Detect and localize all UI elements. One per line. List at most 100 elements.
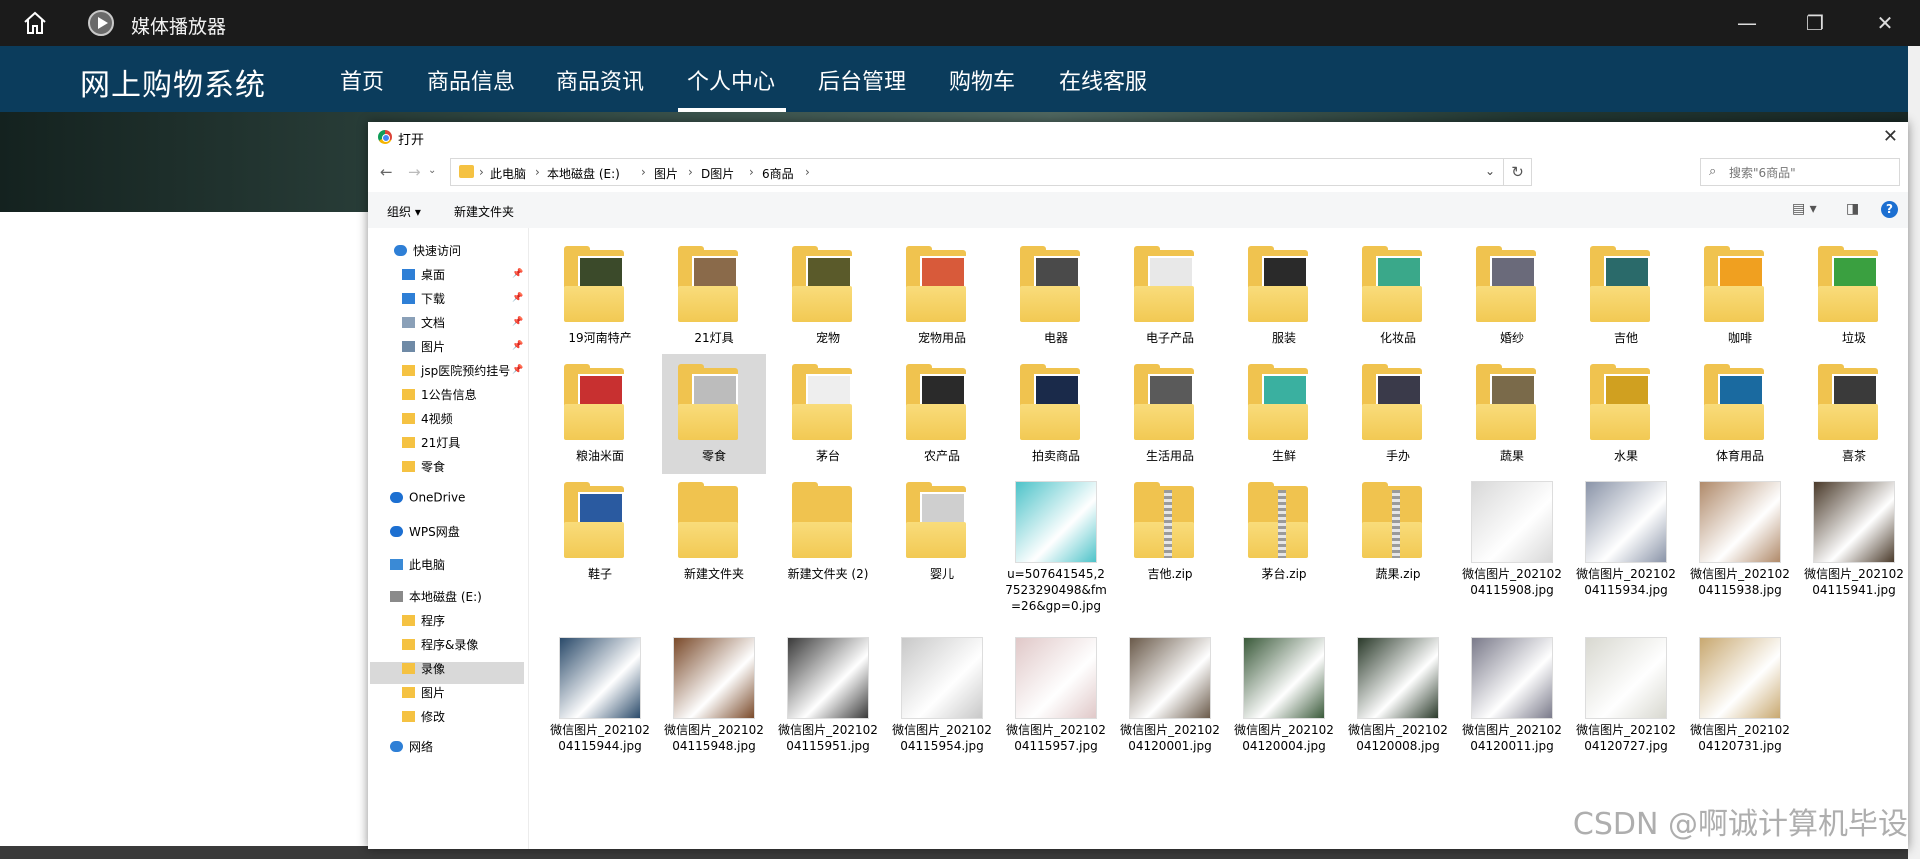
folder-item[interactable]: 生鲜 [1232, 354, 1336, 474]
image-file[interactable]: 微信图片_20210204115957.jpg [1004, 628, 1108, 753]
nav-pane-item[interactable]: 程序&录像 [402, 636, 478, 656]
forward-arrow-icon[interactable]: → [408, 163, 421, 181]
dialog-close-icon[interactable]: ✕ [1883, 126, 1898, 147]
nav-pane-item[interactable]: 图片 [402, 338, 445, 358]
nav-pane-item[interactable]: 图片 [402, 684, 445, 704]
folder-item[interactable]: 水果 [1574, 354, 1678, 474]
nav-pane-item[interactable]: 21灯具 [402, 434, 460, 454]
nav-personal-center[interactable]: 个人中心 [687, 64, 775, 96]
breadcrumb-pictures[interactable]: 图片 [654, 165, 678, 182]
nav-pane-item[interactable]: 文档 [402, 314, 445, 334]
image-file[interactable]: 微信图片_20210204120001.jpg [1118, 628, 1222, 753]
close-icon[interactable]: ✕ [1872, 10, 1898, 36]
nav-pane-item[interactable]: 此电脑 [390, 556, 445, 576]
nav-pane-item[interactable]: 快速访问 [394, 242, 461, 262]
address-dropdown-icon[interactable]: ⌄ [1485, 164, 1495, 178]
image-file[interactable]: 微信图片_20210204115934.jpg [1574, 472, 1678, 597]
nav-pane-item[interactable]: 桌面 [402, 266, 445, 286]
help-icon[interactable]: ? [1881, 201, 1898, 218]
nav-goods-info[interactable]: 商品信息 [427, 64, 515, 96]
nav-pane-item[interactable]: jsp医院预约挂号 [402, 362, 510, 382]
image-file[interactable]: u=507641545,27523290498&fm=26&gp=0.jpg [1004, 472, 1108, 613]
back-arrow-icon[interactable]: ← [380, 163, 393, 181]
folder-item[interactable]: 蔬果 [1460, 354, 1564, 474]
search-box[interactable]: ⌕ [1700, 158, 1900, 186]
folder-item[interactable]: 咖啡 [1688, 236, 1792, 356]
nav-home[interactable]: 首页 [340, 64, 384, 96]
restore-icon[interactable]: ❐ [1802, 10, 1828, 36]
folder-item[interactable]: 21灯具 [662, 236, 766, 356]
folder-item[interactable]: 新建文件夹 (2) [776, 472, 880, 592]
nav-online-service[interactable]: 在线客服 [1059, 64, 1147, 96]
nav-pane-item[interactable]: WPS网盘 [390, 523, 460, 543]
image-file[interactable]: 微信图片_20210204115954.jpg [890, 628, 994, 753]
minimize-icon[interactable]: — [1734, 10, 1760, 36]
zip-file[interactable]: 茅台.zip [1232, 472, 1336, 592]
folder-item[interactable]: 零食 [662, 354, 766, 474]
zip-file[interactable]: 蔬果.zip [1346, 472, 1450, 592]
zip-file[interactable]: 吉他.zip [1118, 472, 1222, 592]
nav-pane-item[interactable]: 零食 [402, 458, 445, 478]
image-file[interactable]: 微信图片_20210204115948.jpg [662, 628, 766, 753]
folder-item[interactable]: 鞋子 [548, 472, 652, 592]
new-folder-button[interactable]: 新建文件夹 [454, 203, 514, 220]
image-file[interactable]: 微信图片_20210204120011.jpg [1460, 628, 1564, 753]
search-input[interactable] [1727, 162, 1899, 184]
image-file[interactable]: 微信图片_20210204115951.jpg [776, 628, 880, 753]
image-file[interactable]: 微信图片_20210204115944.jpg [548, 628, 652, 753]
nav-pane-item[interactable]: 程序 [402, 612, 445, 632]
image-file[interactable]: 微信图片_20210204115938.jpg [1688, 472, 1792, 597]
folder-item[interactable]: 服装 [1232, 236, 1336, 356]
folder-item[interactable]: 19河南特产 [548, 236, 652, 356]
folder-item[interactable]: 垃圾 [1802, 236, 1906, 356]
address-bar[interactable]: › 此电脑 › 本地磁盘 (E:) › 图片 › D图片 › 6商品 › ⌄ [450, 158, 1504, 186]
nav-pane-item[interactable]: 修改 [402, 708, 445, 728]
folder-item[interactable]: 体育用品 [1688, 354, 1792, 474]
nav-pane-item[interactable]: 4视频 [402, 410, 453, 430]
nav-goods-news[interactable]: 商品资讯 [556, 64, 644, 96]
folder-item[interactable]: 喜茶 [1802, 354, 1906, 474]
folder-item[interactable]: 电器 [1004, 236, 1108, 356]
folder-item[interactable]: 宠物用品 [890, 236, 994, 356]
nav-pane-item[interactable]: 本地磁盘 (E:) [390, 588, 482, 608]
nav-pane-item[interactable]: 录像 [402, 660, 445, 680]
breadcrumb-this-pc[interactable]: 此电脑 [490, 165, 526, 182]
image-thumbnail-icon [1586, 638, 1666, 718]
nav-pane-item[interactable]: 网络 [390, 738, 433, 758]
nav-cart[interactable]: 购物车 [949, 64, 1015, 96]
breadcrumb-d-pictures[interactable]: D图片 [701, 165, 734, 182]
folder-item[interactable]: 宠物 [776, 236, 880, 356]
folder-item[interactable]: 吉他 [1574, 236, 1678, 356]
image-file[interactable]: 微信图片_20210204115908.jpg [1460, 472, 1564, 597]
organize-button[interactable]: 组织 ▾ [387, 203, 421, 220]
folder-item[interactable]: 婚纱 [1460, 236, 1564, 356]
image-file[interactable]: 微信图片_20210204120004.jpg [1232, 628, 1336, 753]
image-file[interactable]: 微信图片_20210204115941.jpg [1802, 472, 1906, 597]
folder-item[interactable]: 农产品 [890, 354, 994, 474]
folder-item[interactable]: 粮油米面 [548, 354, 652, 474]
nav-pane-item[interactable]: OneDrive [390, 490, 465, 510]
folder-item[interactable]: 婴儿 [890, 472, 994, 592]
preview-pane-icon[interactable]: ◨ [1846, 201, 1859, 217]
image-file[interactable]: 微信图片_20210204120008.jpg [1346, 628, 1450, 753]
nav-pane-item[interactable]: 1公告信息 [402, 386, 477, 406]
folder-item[interactable]: 茅台 [776, 354, 880, 474]
folder-item[interactable]: 拍卖商品 [1004, 354, 1108, 474]
nav-admin[interactable]: 后台管理 [818, 64, 906, 96]
refresh-icon[interactable]: ↻ [1504, 158, 1532, 186]
breadcrumb-drive-e[interactable]: 本地磁盘 (E:) [547, 165, 620, 182]
recent-dropdown-icon[interactable]: ⌄ [428, 165, 436, 176]
home-icon[interactable] [22, 10, 48, 36]
view-options-icon[interactable]: ▤ ▾ [1792, 201, 1817, 217]
folder-item[interactable]: 生活用品 [1118, 354, 1222, 474]
image-file[interactable]: 微信图片_20210204120731.jpg [1688, 628, 1792, 753]
folder-item[interactable]: 手办 [1346, 354, 1450, 474]
page-scrollbar[interactable] [1908, 46, 1920, 859]
site-brand[interactable]: 网上购物系统 [80, 60, 266, 104]
folder-item[interactable]: 化妆品 [1346, 236, 1450, 356]
image-file[interactable]: 微信图片_20210204120727.jpg [1574, 628, 1678, 753]
breadcrumb-goods[interactable]: 6商品 [762, 165, 794, 182]
nav-pane-item[interactable]: 下载 [402, 290, 445, 310]
folder-item[interactable]: 新建文件夹 [662, 472, 766, 592]
folder-item[interactable]: 电子产品 [1118, 236, 1222, 356]
